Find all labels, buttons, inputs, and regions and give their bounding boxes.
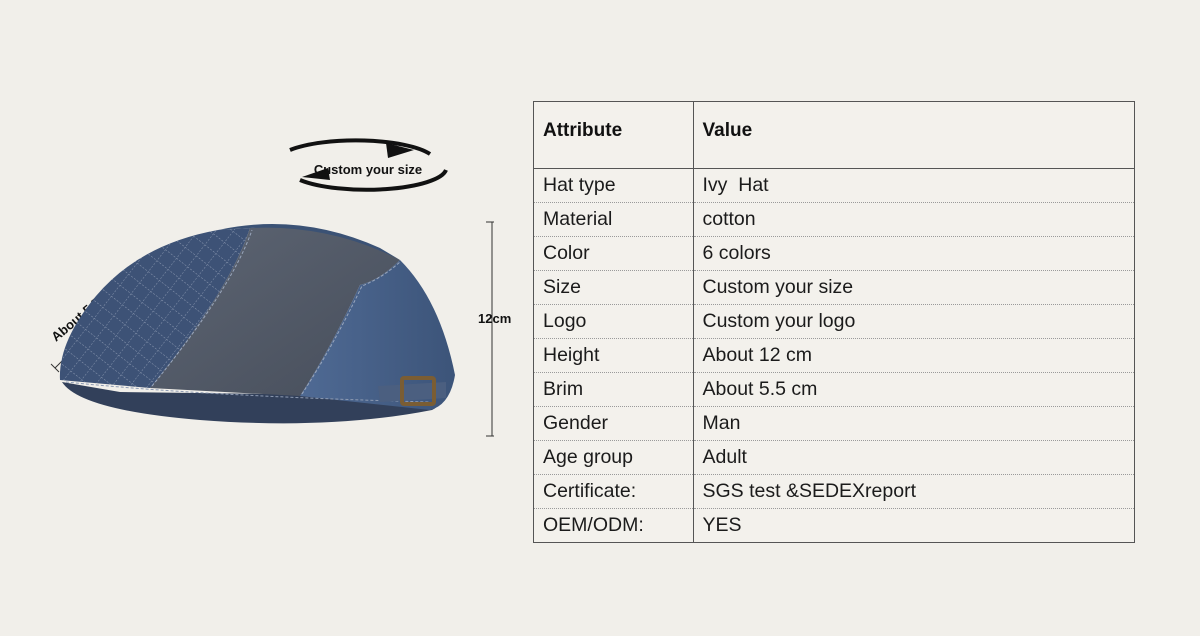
header-attribute: Attribute [534, 102, 693, 169]
value-cell: 6 colors [692, 236, 1134, 271]
table-row: Brim About 5.5 cm [534, 372, 1134, 407]
attribute-cell: Certificate: [534, 474, 693, 509]
attribute-cell: Age group [534, 440, 693, 475]
table-row: Size Custom your size [534, 270, 1134, 305]
table-row: Color 6 colors [534, 236, 1134, 271]
value-cell: cotton [692, 202, 1134, 237]
table-row: OEM/ODM: YES [534, 508, 1134, 542]
spec-header-row: Attribute Value [534, 102, 1134, 169]
table-row: Height About 12 cm [534, 338, 1134, 373]
attribute-cell: OEM/ODM: [543, 514, 644, 536]
attribute-cell: Height [534, 338, 693, 373]
attribute-cell: Gender [534, 406, 693, 441]
table-row: Certificate: SGS test &SEDEXreport [534, 474, 1134, 509]
value-cell: Custom your logo [692, 304, 1134, 339]
value-cell: YES [692, 508, 1134, 542]
table-row: Gender Man [534, 406, 1134, 441]
value-cell: Custom your size [692, 270, 1134, 305]
attribute-cell: Color [534, 236, 693, 271]
table-row: Material cotton [534, 202, 1134, 237]
table-row: Age group Adult [534, 440, 1134, 475]
hat-illustration: Custom your size About 5.5cm [0, 120, 530, 460]
table-row: Hat type Ivy Hat [534, 168, 1134, 203]
height-guide [486, 221, 494, 437]
hat-drawing: Custom your size About 5.5cm [48, 138, 511, 437]
value-cell: Adult [692, 440, 1134, 475]
attribute-cell: Material [534, 202, 693, 237]
attribute-cell: Size [534, 270, 693, 305]
product-spec-page: Custom your size About 5.5cm [0, 0, 1200, 636]
value-cell: Ivy Hat [692, 168, 1134, 203]
value-cell: Man [692, 406, 1134, 441]
hat-body [59, 224, 455, 424]
attribute-cell: Brim [534, 372, 693, 407]
spec-table-grid: Attribute Value Hat type Ivy Hat Materia… [534, 102, 1134, 542]
attribute-cell: Hat type [534, 168, 693, 203]
attribute-cell: Logo [534, 304, 693, 339]
value-cell: SGS test &SEDEXreport [692, 474, 1134, 509]
table-row: Logo Custom your logo [534, 304, 1134, 339]
circle-size-label: Custom your size [314, 162, 422, 177]
spec-table: Attribute Value Hat type Ivy Hat Materia… [533, 101, 1135, 543]
value-cell: About 5.5 cm [692, 372, 1134, 407]
height-label: 12cm [478, 311, 511, 326]
header-value: Value [692, 102, 1134, 169]
value-cell: About 12 cm [692, 338, 1134, 373]
